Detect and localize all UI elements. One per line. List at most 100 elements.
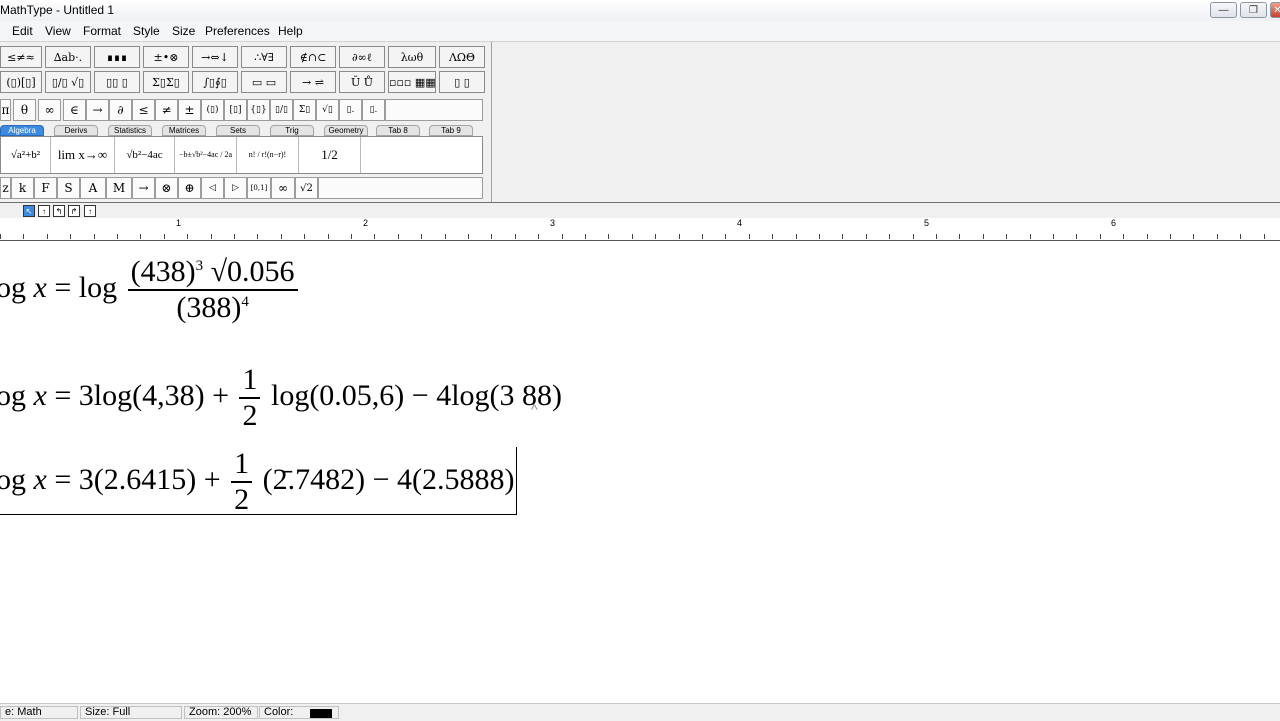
ruler-tick [445, 234, 446, 239]
ruler-tick [1006, 234, 1007, 239]
element-of-button[interactable]: ∈ [63, 99, 86, 121]
braces-button[interactable]: {▯} [247, 99, 270, 121]
template-one-half[interactable]: 1/2 [299, 137, 361, 173]
bottom-tools-row: z k F S A M → ⊗ ⊕ ◁ ▷ [0,1] ∞ √2 [0, 176, 483, 200]
superscript-button[interactable]: ▯. [362, 99, 385, 121]
partial-button[interactable]: ∂ [109, 99, 132, 121]
nudge-top-icon[interactable]: ↑ [84, 205, 96, 217]
parentheses-button[interactable]: (▯) [201, 99, 224, 121]
arrow-button[interactable]: → [86, 99, 109, 121]
ruler-tick [281, 234, 282, 239]
template-combination[interactable]: n! / r!(n−r)! [237, 137, 299, 173]
operator-symbols-palette[interactable]: ±•⊗ [143, 46, 189, 68]
eq2-frac-den: 2 [239, 397, 261, 433]
less-equal-button[interactable]: ≤ [132, 99, 155, 121]
ruler-tick [398, 234, 399, 239]
sqrt-button[interactable]: √▯ [316, 99, 339, 121]
spaces-ellipses-palette[interactable]: ∆ab·. [45, 46, 91, 68]
tool-s[interactable]: S [57, 177, 80, 199]
embellishments-palette[interactable]: ∎∎∎ [94, 46, 140, 68]
set-theory-palette[interactable]: ∉∩⊂ [290, 46, 336, 68]
summation-palette[interactable]: Σ▯Σ▯ [143, 71, 189, 93]
tab-derivs[interactable]: Derivs [54, 125, 98, 136]
empty-tool-slot-2 [318, 177, 483, 199]
summation-button[interactable]: Σ▯ [293, 99, 316, 121]
nudge-right-up-icon[interactable]: ↱ [68, 205, 80, 217]
oplus-button[interactable]: ⊕ [178, 177, 201, 199]
ruler-tick [1193, 234, 1194, 239]
fraction-radical-palette[interactable]: ▯/▯ √▯ [45, 71, 91, 93]
tab-matrices[interactable]: Matrices [162, 125, 206, 136]
template-pythagorean[interactable]: √a²+b² [1, 137, 51, 173]
nudge-left-up-icon[interactable]: ↰ [53, 205, 65, 217]
menu-format[interactable]: Format [83, 24, 121, 38]
tab-sets[interactable]: Sets [216, 125, 260, 136]
template-quadratic-formula[interactable]: −b±√b²−4ac / 2a [175, 137, 237, 173]
tool-z[interactable]: z [0, 177, 11, 199]
tool-a[interactable]: A [80, 177, 106, 199]
menu-size[interactable]: Size [172, 24, 195, 38]
restore-button[interactable]: ❐ [1240, 2, 1267, 18]
underbar-overbar-palette[interactable]: ▭ ▭ [241, 71, 287, 93]
menu-help[interactable]: Help [278, 24, 303, 38]
infinity-button[interactable]: ∞ [38, 99, 61, 121]
tab-8[interactable]: Tab 8 [376, 125, 420, 136]
subscript-superscript-palette[interactable]: ▯▯ ▯ [94, 71, 140, 93]
greek-uppercase-palette[interactable]: ΛΩΘ [439, 46, 485, 68]
equation-editor[interactable]: og x = log (438)3 √0.056 (388)4 og x = 3… [0, 241, 1280, 703]
ruler-tick [796, 234, 797, 239]
close-button[interactable]: ✕ [1270, 2, 1280, 18]
menu-preferences[interactable]: Preferences [205, 24, 270, 38]
box-templates-palette[interactable]: ▯ ▯ [439, 71, 485, 93]
products-set-palette[interactable]: Ū Ů [339, 71, 385, 93]
matrix-palette[interactable]: ▫▫▫ ▦▦ [388, 71, 436, 93]
sqrt2-button[interactable]: √2 [295, 177, 318, 199]
ruler-tick [1030, 234, 1031, 239]
eq3-variable: x [33, 462, 47, 496]
template-limit[interactable]: lim x→∞ [51, 137, 115, 173]
arrow-symbols-palette[interactable]: →⇔↓ [192, 46, 238, 68]
eq1-num-root: √0.056 [210, 255, 295, 288]
ruler-tick [351, 234, 352, 239]
nudge-upleft-icon[interactable]: ↖ [23, 205, 35, 217]
plus-minus-button[interactable]: ± [178, 99, 201, 121]
ruler[interactable]: 1 2 3 4 5 6 [0, 218, 1280, 241]
infinity-button-2[interactable]: ∞ [271, 177, 295, 199]
misc-symbols-palette[interactable]: ∂∞ℓ [339, 46, 385, 68]
menu-style[interactable]: Style [133, 24, 160, 38]
otimes-button[interactable]: ⊗ [155, 177, 178, 199]
interval-button[interactable]: [0,1] [247, 177, 271, 199]
maps-to-button[interactable]: → [132, 177, 155, 199]
tool-f[interactable]: F [34, 177, 57, 199]
tab-9[interactable]: Tab 9 [429, 125, 473, 136]
logical-symbols-palette[interactable]: ∴∀∃ [241, 46, 287, 68]
not-equal-button[interactable]: ≠ [155, 99, 178, 121]
ruler-tick [1264, 234, 1265, 239]
labeled-arrow-palette[interactable]: → ⇌ [290, 71, 336, 93]
eq3-rhs-terms: (2̄.7482) − 4(2.5888) [262, 462, 515, 496]
brackets-button[interactable]: [▯] [224, 99, 247, 121]
tab-algebra[interactable]: Algebra [0, 125, 44, 136]
nudge-up-icon[interactable]: ↑ [38, 205, 50, 217]
pi-button[interactable]: π [0, 99, 11, 121]
fraction-button[interactable]: ▯/▯ [270, 99, 293, 121]
theta-button[interactable]: θ [13, 99, 36, 121]
right-triangle-button[interactable]: ▷ [224, 177, 247, 199]
menu-view[interactable]: View [45, 24, 71, 38]
subscript-button[interactable]: ▯. [339, 99, 362, 121]
tab-statistics[interactable]: Statistics [108, 125, 152, 136]
tool-k[interactable]: k [11, 177, 34, 199]
minimize-button[interactable]: — [1210, 2, 1237, 18]
relational-symbols-palette[interactable]: ≤≠≈ [0, 46, 42, 68]
tab-trig[interactable]: Trig [270, 125, 314, 136]
menu-edit[interactable]: Edit [12, 24, 33, 38]
tool-m[interactable]: M [106, 177, 132, 199]
greek-lowercase-palette[interactable]: λωθ [388, 46, 436, 68]
integral-palette[interactable]: ∫▯∮▯ [192, 71, 238, 93]
left-triangle-button[interactable]: ◁ [201, 177, 224, 199]
ruler-tick [47, 234, 48, 239]
template-discriminant[interactable]: √b²−4ac [115, 137, 175, 173]
fence-templates-palette[interactable]: (▯)[▯] [0, 71, 42, 93]
menu-bar: Edit View Format Style Size Preferences … [0, 21, 1280, 42]
tab-geometry[interactable]: Geometry [324, 125, 368, 136]
